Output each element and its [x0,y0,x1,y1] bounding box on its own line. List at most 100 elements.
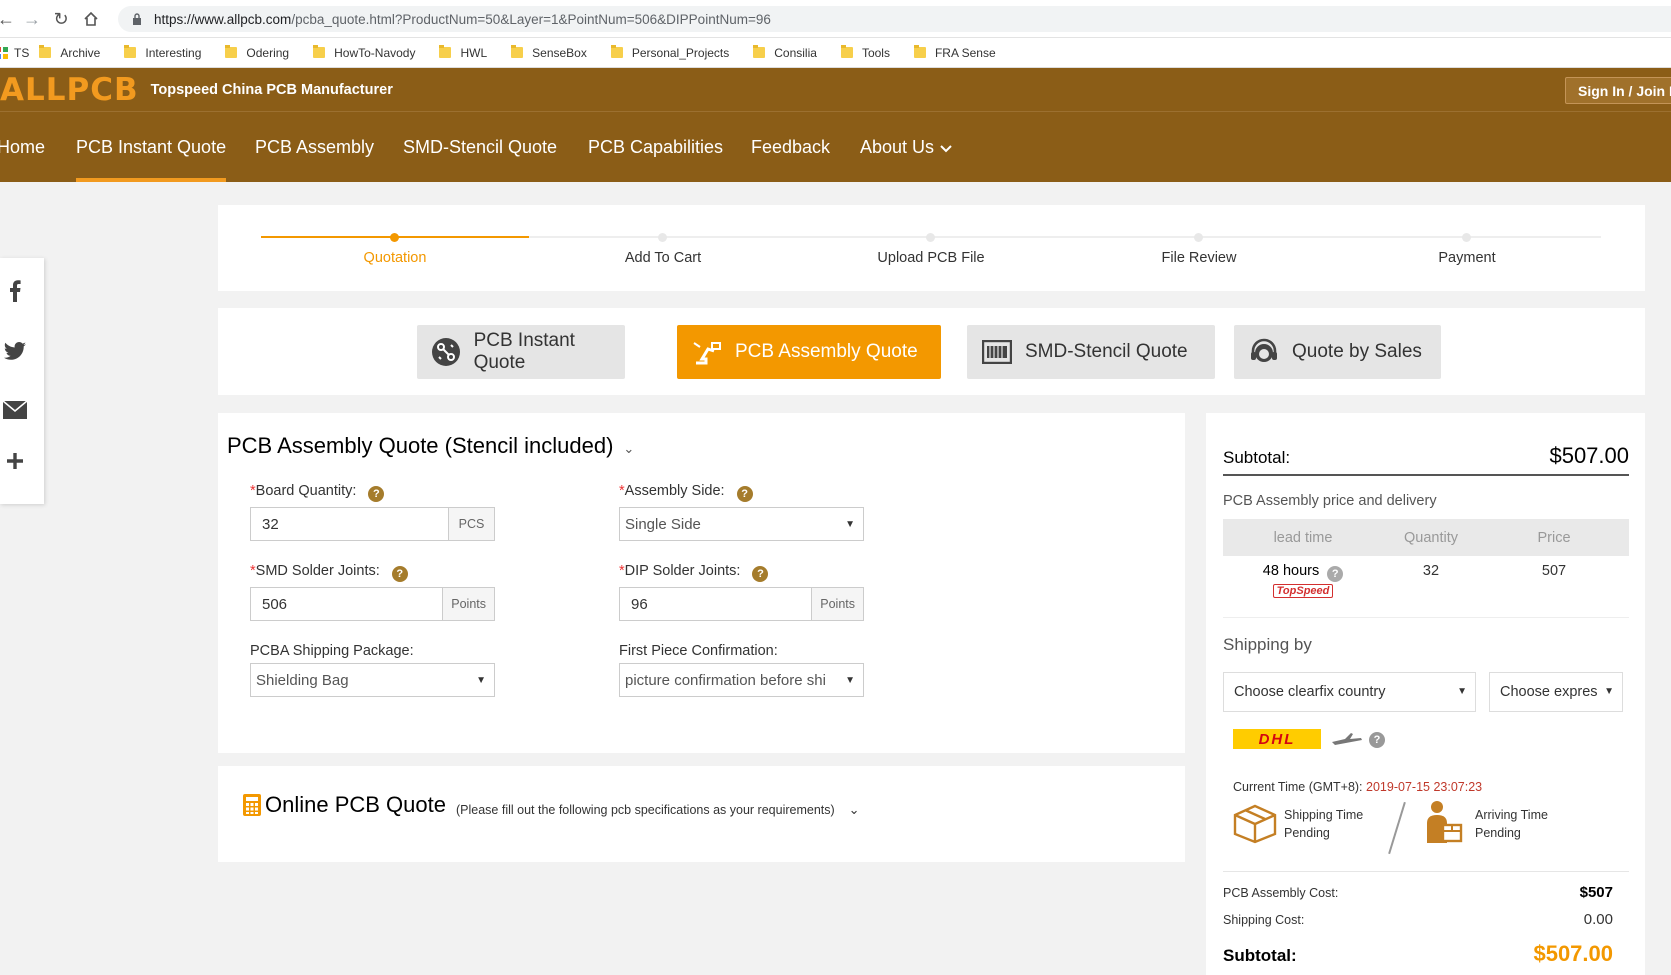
online-pcb-quote-note: (Please fill out the following pcb speci… [456,802,860,817]
bookmark-folder[interactable]: Odering [225,45,289,60]
address-bar[interactable]: https://www.allpcb.com/pcba_quote.html?P… [118,6,1671,32]
tab-label: Quote by Sales [1292,341,1422,362]
bookmark-folder[interactable]: SenseBox [511,45,587,60]
bookmark-label: FRA Sense [934,45,996,60]
step-quotation: Quotation [363,250,427,266]
nav-pcb-instant-quote[interactable]: PCB Instant Quote [76,112,227,182]
nav-smd-stencil-quote[interactable]: SMD-Stencil Quote [403,112,557,182]
form-title-text: PCB Assembly Quote (Stencil included) [227,433,614,458]
reload-icon[interactable]: ↻ [47,5,75,33]
bottom-subtotal-row: Subtotal: $507.00 [1223,941,1613,967]
allpcb-logo[interactable]: ALLPCB [0,72,139,108]
plus-icon[interactable] [0,446,30,476]
bookmark-folder[interactable]: HWL [439,45,487,60]
shipping-package-label: PCBA Shipping Package: [250,643,414,659]
nav-pcb-assembly[interactable]: PCB Assembly [255,112,374,182]
step-dot [1462,233,1471,242]
lead-time-cell: 48 hours? TopSpeed [1223,563,1383,617]
quote-type-tabs: PCB Instant Quote PCB Assembly Quote SMD… [218,308,1645,395]
folder-icon [840,45,853,58]
bookmark-label: HowTo-Navody [334,45,416,60]
column-header: lead time [1273,529,1333,546]
bookmark-apps[interactable]: TS [0,46,29,60]
tab-quote-by-sales[interactable]: Quote by Sales [1234,325,1441,379]
step-upload-pcb-file: Upload PCB File [877,250,985,266]
bookmark-folder[interactable]: FRA Sense [913,45,996,60]
nav-home[interactable]: Home [0,112,45,182]
email-icon[interactable] [0,395,30,425]
nav-about-us-label: About Us [860,136,935,157]
help-icon[interactable]: ? [736,486,753,502]
chevron-down-icon: ⌄ [623,441,635,456]
help-icon[interactable]: ? [391,566,408,582]
bookmark-folder[interactable]: Tools [840,45,890,60]
help-icon[interactable]: ? [752,566,769,582]
bookmark-label: Tools [861,45,890,60]
bookmark-folder[interactable]: Consilia [753,45,817,60]
chevron-down-icon[interactable]: ⌄ [849,802,860,817]
assembly-cost-value: $507 [1579,884,1613,901]
online-pcb-quote-toggle[interactable]: Online PCB Quote [243,792,446,818]
express-select[interactable]: Choose expres ▼ [1489,672,1623,712]
bookmark-folder[interactable]: Interesting [124,45,202,60]
dropdown-caret-icon: ▼ [842,675,855,686]
tab-pcb-instant-quote[interactable]: PCB Instant Quote [417,325,625,379]
country-select[interactable]: Choose clearfix country ▼ [1223,672,1476,712]
nav-about-us[interactable]: About Us [860,112,953,182]
assembly-quote-form: PCB Assembly Quote (Stencil included) ⌄ *… [218,413,1185,753]
forward-icon[interactable]: → [18,5,46,33]
help-icon[interactable]: ? [1369,732,1385,748]
table-row[interactable]: 48 hours? TopSpeed 32 507 [1223,556,1629,618]
headset-icon [1248,336,1280,368]
calculator-icon [243,794,261,816]
url-host: https://www.allpcb.com [154,11,292,27]
price-cell: 507 [1541,563,1567,579]
lead-time-value: 48 hours? [1223,563,1383,582]
column-header: Price [1537,529,1571,546]
bookmark-folder[interactable]: HowTo-Navody [313,45,416,60]
smd-joints-unit: Points [442,588,494,620]
assembly-side-label: *Assembly Side:? [619,483,753,502]
dropdown-caret-icon: ▼ [842,519,855,530]
form-title[interactable]: PCB Assembly Quote (Stencil included) ⌄ [227,433,634,459]
bookmark-folder[interactable]: Archive [39,45,100,60]
nav-feedback[interactable]: Feedback [751,112,830,182]
help-icon[interactable]: ? [1327,566,1344,582]
shipping-cost-value: 0.00 [1583,911,1613,928]
bookmark-folder[interactable]: Personal_Projects [610,45,730,60]
nav-pcb-capabilities[interactable]: PCB Capabilities [588,112,723,182]
board-quantity-field[interactable]: 32 PCS [250,507,495,541]
dropdown-caret-icon: ▼ [473,675,486,686]
assembly-side-select[interactable]: Single Side ▼ [619,507,864,541]
airplane-icon [1332,733,1362,745]
bookmark-label: Personal_Projects [631,45,730,60]
bookmark-label: Interesting [145,45,202,60]
subtotal-row: Subtotal: $507.00 [1223,443,1629,476]
help-icon[interactable]: ? [368,486,385,502]
home-icon[interactable] [77,5,105,33]
lock-icon [133,13,141,25]
url-path: /pcba_quote.html?ProductNum=50&Layer=1&P… [291,11,771,27]
first-piece-select[interactable]: picture confirmation before shi ▼ [619,663,864,697]
smd-joints-field[interactable]: 506 Points [250,587,495,621]
facebook-icon[interactable] [0,276,30,306]
twitter-icon[interactable] [0,337,30,367]
shipping-package-value: Shielding Bag [256,671,349,689]
tab-pcb-assembly-quote[interactable]: PCB Assembly Quote [677,325,941,379]
bottom-subtotal-value: $507.00 [1533,941,1613,966]
tab-label: PCB Instant Quote [473,330,575,373]
step-file-review: File Review [1161,250,1237,266]
stencil-icon [981,336,1013,368]
package-box-icon [1233,804,1277,844]
tab-smd-stencil-quote[interactable]: SMD-Stencil Quote [967,325,1215,379]
shipping-package-select[interactable]: Shielding Bag ▼ [250,663,495,697]
folder-icon [439,45,452,58]
dip-joints-field[interactable]: 96 Points [619,587,864,621]
signin-button[interactable]: Sign In / Join F [1565,77,1671,104]
bookmarks-bar: TS Archive Interesting Odering HowTo-Nav… [0,38,1671,68]
back-icon[interactable]: ← [0,5,20,33]
site-header: ALLPCB Topspeed China PCB Manufacturer S… [0,68,1671,112]
dhl-logo[interactable]: DHL [1233,729,1321,749]
first-piece-value: picture confirmation before shi [625,671,826,689]
bottom-subtotal-label: Subtotal: [1223,946,1297,965]
